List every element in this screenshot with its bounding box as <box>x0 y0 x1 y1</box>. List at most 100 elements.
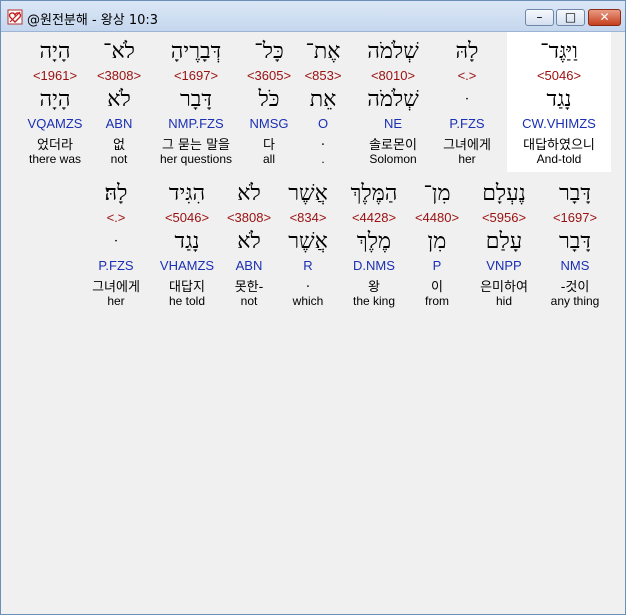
lemma-word: ּ <box>80 228 152 254</box>
korean-gloss: . <box>305 276 311 291</box>
lemma-word: נָגַד <box>546 87 572 112</box>
lemma-word: ּ <box>431 86 503 112</box>
lemma-word: דָּבָר <box>180 87 212 112</box>
lemma-word: עָלַם <box>485 229 523 254</box>
english-gloss: her questions <box>159 152 233 166</box>
english-gloss: her <box>458 152 476 166</box>
minimize-button[interactable]: – <box>525 9 554 26</box>
lemma-word: דָּבָר <box>559 229 591 254</box>
korean-gloss: 없 <box>113 138 125 153</box>
english-gloss: all <box>262 152 275 166</box>
english-gloss: he told <box>168 294 206 308</box>
title-bar[interactable]: @원전분해 - 왕상 10:3 – □ ✕ <box>1 1 625 32</box>
korean-gloss: 그녀에게 <box>443 138 491 153</box>
parse-code: P.FZS <box>449 116 485 131</box>
hebrew-word: לָהּ׃ <box>104 181 128 206</box>
hebrew-word: כָּל־ <box>254 39 284 64</box>
korean-gloss: 그녀에게 <box>92 280 140 295</box>
hebrew-word: הָיָה <box>39 39 71 64</box>
korean-gloss: 솔로몬이 <box>369 138 417 153</box>
english-gloss: hid <box>495 294 512 308</box>
interlinear-panel: וַיַּגֶּד־ <5046> נָגַד CW.VHIMZS 대답하였으니… <box>5 32 621 610</box>
korean-gloss: 대답하였으니 <box>523 138 595 153</box>
korean-gloss: -것이 <box>560 280 590 295</box>
korean-gloss: 그 묻는 말을 <box>161 138 231 153</box>
english-gloss: her <box>107 294 125 308</box>
english-gloss: not <box>110 152 128 166</box>
parse-code: VNPP <box>486 258 522 273</box>
close-button[interactable]: ✕ <box>588 9 621 26</box>
english-gloss: any thing <box>550 294 600 308</box>
parse-code: P <box>432 258 442 273</box>
parse-code: NMSG <box>249 116 289 131</box>
korean-gloss: 대답지 <box>169 280 205 295</box>
hebrew-word: לָהּ <box>455 39 479 64</box>
lemma-word: לֹא <box>237 229 261 254</box>
app-window: @원전분해 - 왕상 10:3 – □ ✕ וַיַּגֶּד־ <5046> … <box>0 0 626 615</box>
hebrew-word: וַיַּגֶּד־ <box>540 39 578 64</box>
korean-gloss: 었더라 <box>37 138 73 153</box>
hebrew-word: אֶת־ <box>305 39 341 64</box>
lemma-word: הָיָה <box>39 87 71 112</box>
hebrew-word: אֲשֶׁר <box>288 181 328 206</box>
strong-number[interactable]: <1697> <box>539 210 611 225</box>
hebrew-word: שְׁלֹמֹה <box>367 39 419 64</box>
korean-gloss: 왕 <box>368 280 380 295</box>
strong-number[interactable]: <853> <box>293 68 353 83</box>
parse-code: O <box>317 116 329 131</box>
window-title: @원전분해 - 왕상 10:3 <box>27 13 159 28</box>
english-gloss: from <box>425 294 449 308</box>
english-gloss: . <box>321 152 325 166</box>
parse-code: NMP.FZS <box>168 116 224 131</box>
strong-number[interactable]: <1961> <box>19 68 91 83</box>
korean-gloss: 못한- <box>234 280 264 295</box>
lemma-word: אֵת <box>309 87 337 112</box>
word-cell[interactable]: וַיַּגֶּד־ <5046> נָגַד CW.VHIMZS 대답하였으니… <box>507 32 611 172</box>
strong-number[interactable]: <4480> <box>405 210 469 225</box>
lemma-word: לֹא <box>107 87 131 112</box>
korean-gloss: . <box>320 134 326 149</box>
hebrew-word: דָּבָר <box>559 181 591 206</box>
strong-number[interactable]: <834> <box>276 210 340 225</box>
strong-number[interactable]: <4428> <box>338 210 410 225</box>
hebrew-word: הַמֶּלֶךְ <box>350 181 398 206</box>
lemma-word: שְׁלֹמֹה <box>367 87 419 112</box>
strong-number[interactable]: <5046> <box>151 210 223 225</box>
strong-number[interactable]: <8010> <box>357 68 429 83</box>
parse-code: R <box>303 258 313 273</box>
hebrew-word: דְּבָרֶיהָ <box>170 39 222 64</box>
maximize-button[interactable]: □ <box>556 9 585 26</box>
hebrew-word: נֶעְלָם <box>482 181 526 206</box>
english-gloss: And-told <box>536 152 582 166</box>
lemma-word: מִן <box>427 229 447 254</box>
strong-number[interactable]: <.> <box>80 210 152 225</box>
maximize-icon: □ <box>564 10 577 24</box>
parse-code: NMS <box>560 258 590 273</box>
minimize-icon: – <box>536 10 543 24</box>
parse-code: CW.VHIMZS <box>522 116 596 131</box>
strong-number[interactable]: <5956> <box>468 210 540 225</box>
lemma-word: כֹּל <box>258 87 280 112</box>
hebrew-word: הִגִּיד <box>168 181 206 206</box>
strong-number[interactable]: <3808> <box>219 210 279 225</box>
parse-code: NE <box>383 116 403 131</box>
strong-number[interactable]: <3605> <box>239 68 299 83</box>
parse-code: VHAMZS <box>159 258 215 273</box>
english-gloss: the king <box>352 294 396 308</box>
strong-number[interactable]: <1697> <box>153 68 239 83</box>
parse-code: D.NMS <box>353 258 395 273</box>
heart-app-icon <box>7 9 23 25</box>
strong-number[interactable]: <5046> <box>507 68 611 83</box>
strong-number[interactable]: <.> <box>431 68 503 83</box>
parse-code: ABN <box>105 116 133 131</box>
strong-number[interactable]: <3808> <box>93 68 145 83</box>
english-gloss: there was <box>28 152 82 166</box>
english-gloss: Solomon <box>369 152 417 166</box>
lemma-word: נָגַד <box>174 229 200 254</box>
parse-code: VQAMZS <box>27 116 83 131</box>
lemma-word: אֲשֶׁר <box>288 229 328 254</box>
hebrew-word: לֹא <box>237 181 261 206</box>
hebrew-word: מִן־ <box>423 181 451 206</box>
english-gloss: which <box>292 294 324 308</box>
korean-gloss: 은미하여 <box>480 280 528 295</box>
